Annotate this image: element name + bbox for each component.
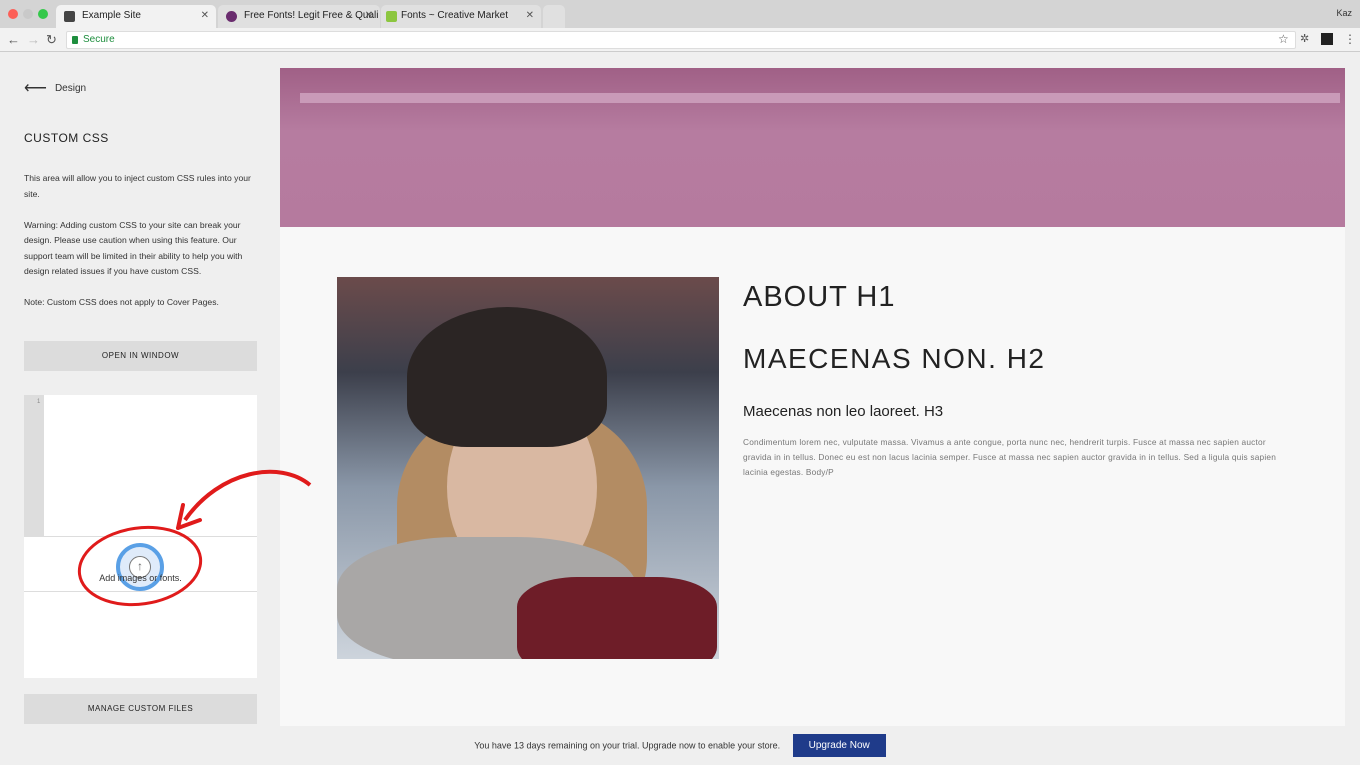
file-upload-dropzone[interactable]: ↑ Add images or fonts. xyxy=(24,536,257,678)
line-number-gutter: 1 xyxy=(24,395,44,536)
close-tab-icon[interactable]: ✕ xyxy=(365,10,373,21)
heading-h2: MAECENAS NON. H2 xyxy=(743,343,1046,374)
heading-h3: Maecenas non leo laoreet. H3 xyxy=(743,403,944,420)
menu-kebab-icon[interactable]: ⋮ xyxy=(1344,32,1356,46)
browser-tab-bar: Example Site ✕ Free Fonts! Legit Free & … xyxy=(0,0,1360,28)
divider xyxy=(24,591,257,592)
click-highlight: ↑ xyxy=(116,543,164,591)
custom-css-panel: ⟵ Design CUSTOM CSS This area will allow … xyxy=(0,52,280,765)
trial-message: You have 13 days remaining on your trial… xyxy=(474,740,781,751)
profile-name[interactable]: Kaz xyxy=(1336,8,1352,18)
url-input[interactable]: Secure xyxy=(66,31,1296,49)
close-tab-icon[interactable]: ✕ xyxy=(526,10,534,21)
back-to-design-link[interactable]: ⟵ Design xyxy=(24,76,87,97)
heading-h1: ABOUT H1 xyxy=(743,281,896,313)
maximize-window-button[interactable] xyxy=(38,9,48,19)
close-tab-icon[interactable]: ✕ xyxy=(201,10,209,21)
extension-icon[interactable] xyxy=(1321,33,1333,45)
tab-label: Fonts ~ Creative Market xyxy=(401,10,508,21)
site-favicon-icon xyxy=(64,11,75,22)
add-files-label: Add images or fonts. xyxy=(99,573,182,583)
back-arrow-icon: ⟵ xyxy=(24,80,47,97)
trial-banner: You have 13 days remaining on your trial… xyxy=(0,734,1360,757)
forward-arrow-icon[interactable]: → xyxy=(27,32,40,47)
tab-label: Free Fonts! Legit Free & Quali xyxy=(244,10,379,21)
site-favicon-icon xyxy=(226,11,237,22)
open-in-window-button[interactable]: OPEN IN WINDOW xyxy=(24,341,257,371)
css-editor[interactable]: 1 xyxy=(24,395,257,536)
site-favicon-icon xyxy=(386,11,397,22)
manage-custom-files-button[interactable]: MANAGE CUSTOM FILES xyxy=(24,694,257,724)
upgrade-now-button[interactable]: Upgrade Now xyxy=(792,734,886,757)
photo-coat xyxy=(517,577,717,659)
tab-creative-market[interactable]: Fonts ~ Creative Market ✕ xyxy=(381,5,541,28)
lock-icon xyxy=(72,36,78,44)
photo-hat xyxy=(407,307,607,447)
tab-example-site[interactable]: Example Site ✕ xyxy=(56,5,216,28)
minimize-window-button[interactable] xyxy=(23,9,33,19)
extension-icon[interactable]: ✲ xyxy=(1300,32,1309,45)
reload-icon[interactable]: ↻ xyxy=(46,32,57,48)
bookmark-star-icon[interactable]: ☆ xyxy=(1278,32,1289,46)
address-bar-row: ← → ↻ Secure ☆ ✲ ⋮ xyxy=(0,28,1360,52)
about-photo xyxy=(337,277,719,659)
tab-label: Example Site xyxy=(82,10,141,21)
security-label: Secure xyxy=(83,34,115,45)
site-preview: ABOUT H1 MAECENAS NON. H2 Maecenas non l… xyxy=(280,68,1345,726)
hero-banner-image xyxy=(280,68,1345,227)
warning-text: Warning: Adding custom CSS to your site … xyxy=(24,219,243,277)
shelf xyxy=(300,93,1340,103)
back-label: Design xyxy=(54,83,87,94)
panel-title: CUSTOM CSS xyxy=(24,131,109,145)
back-arrow-icon[interactable]: ← xyxy=(7,32,20,47)
new-tab-button[interactable] xyxy=(543,5,565,28)
body-paragraph: Condimentum lorem nec, vulputate massa. … xyxy=(743,437,1277,477)
intro-text: This area will allow you to inject custo… xyxy=(24,173,251,199)
close-window-button[interactable] xyxy=(8,9,18,19)
tab-free-fonts[interactable]: Free Fonts! Legit Free & Quali ✕ xyxy=(218,5,380,28)
panel-description: This area will allow you to inject custo… xyxy=(24,171,264,326)
note-text: Note: Custom CSS does not apply to Cover… xyxy=(24,297,219,307)
